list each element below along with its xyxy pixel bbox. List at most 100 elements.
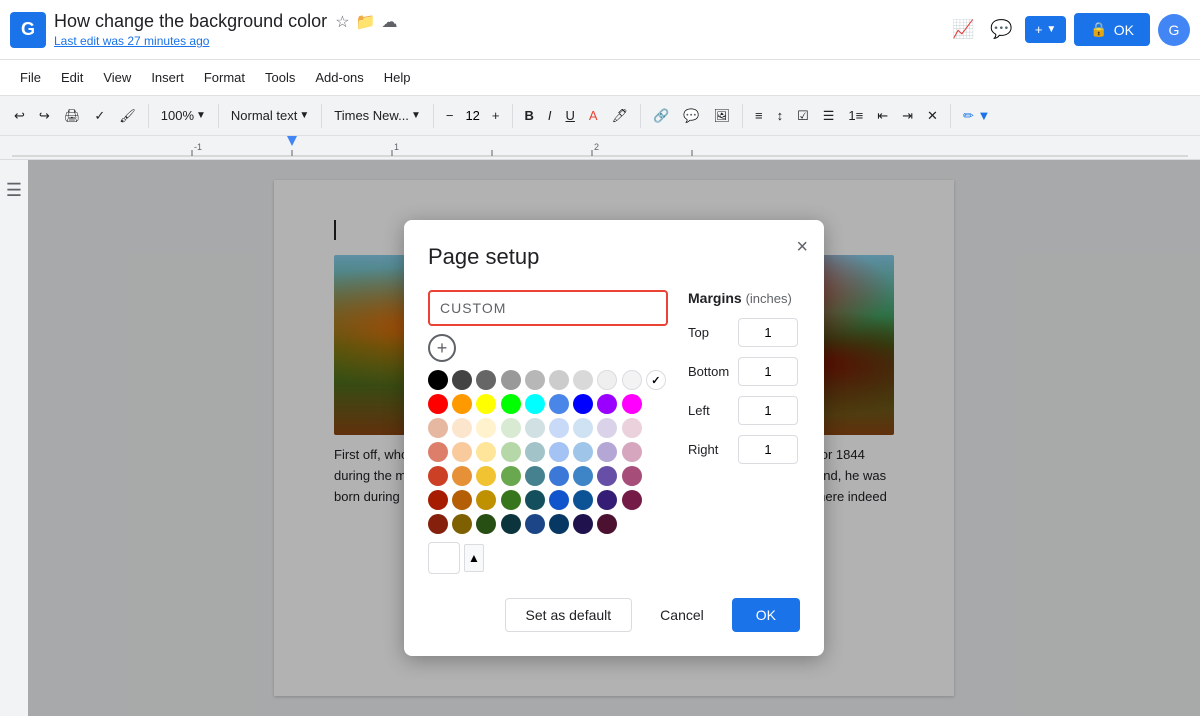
color-swatch[interactable] bbox=[549, 490, 569, 510]
color-swatch[interactable] bbox=[622, 394, 642, 414]
color-swatch[interactable] bbox=[428, 514, 448, 534]
cloud-icon[interactable]: ☁ bbox=[381, 12, 397, 32]
color-swatch[interactable] bbox=[573, 466, 593, 486]
color-swatch[interactable] bbox=[573, 442, 593, 462]
menu-tools[interactable]: Tools bbox=[257, 66, 303, 89]
dialog-close-button[interactable]: × bbox=[796, 236, 808, 259]
print-button[interactable]: 🖨 bbox=[58, 104, 87, 128]
color-swatch[interactable] bbox=[622, 442, 642, 462]
color-swatch[interactable] bbox=[549, 442, 569, 462]
checklist-button[interactable]: ☑ bbox=[791, 104, 815, 128]
color-swatch[interactable] bbox=[525, 370, 545, 390]
color-swatch[interactable] bbox=[476, 514, 496, 534]
color-swatch[interactable] bbox=[597, 394, 617, 414]
underline-button[interactable]: U bbox=[560, 104, 581, 127]
color-swatch[interactable] bbox=[452, 514, 472, 534]
color-swatch[interactable] bbox=[573, 514, 593, 534]
menu-help[interactable]: Help bbox=[376, 66, 419, 89]
font-size-increase[interactable]: + bbox=[486, 104, 506, 127]
avatar[interactable]: G bbox=[1158, 14, 1190, 46]
top-margin-input[interactable] bbox=[738, 318, 798, 347]
color-swatch[interactable] bbox=[428, 370, 448, 390]
menu-insert[interactable]: Insert bbox=[143, 66, 192, 89]
color-swatch[interactable] bbox=[476, 418, 496, 438]
highlight-button[interactable]: 🖊 bbox=[606, 104, 635, 128]
color-swatch[interactable] bbox=[501, 490, 521, 510]
menu-addons[interactable]: Add-ons bbox=[307, 66, 371, 89]
set-as-default-button[interactable]: Set as default bbox=[505, 598, 633, 632]
color-swatch[interactable] bbox=[573, 490, 593, 510]
text-color-button[interactable]: A bbox=[583, 104, 604, 127]
redo-button[interactable]: ↪ bbox=[33, 104, 56, 128]
color-swatch[interactable] bbox=[525, 418, 545, 438]
color-swatch[interactable] bbox=[452, 370, 472, 390]
color-swatch[interactable] bbox=[597, 466, 617, 486]
color-swatch[interactable] bbox=[549, 514, 569, 534]
color-swatch[interactable] bbox=[476, 370, 496, 390]
color-swatch[interactable] bbox=[452, 442, 472, 462]
color-swatch[interactable] bbox=[597, 442, 617, 462]
color-swatch[interactable] bbox=[428, 490, 448, 510]
clear-format-button[interactable]: ✕ bbox=[921, 104, 944, 128]
color-swatch[interactable] bbox=[428, 418, 448, 438]
color-swatch[interactable] bbox=[476, 490, 496, 510]
add-button[interactable]: + ▼ bbox=[1025, 16, 1067, 43]
bottom-margin-input[interactable] bbox=[738, 357, 798, 386]
menu-format[interactable]: Format bbox=[196, 66, 253, 89]
color-stepper-up[interactable]: ▲ bbox=[464, 544, 484, 572]
link-button[interactable]: 🔗 bbox=[647, 104, 675, 128]
color-swatch[interactable] bbox=[573, 370, 593, 390]
color-swatch[interactable] bbox=[476, 394, 496, 414]
color-swatch[interactable] bbox=[501, 514, 521, 534]
color-swatch[interactable] bbox=[476, 442, 496, 462]
editing-button[interactable]: ✏ ▼ bbox=[957, 104, 996, 128]
comment-button[interactable]: 💬 bbox=[677, 104, 705, 128]
font-size-decrease[interactable]: − bbox=[440, 104, 460, 127]
last-edit-link[interactable]: Last edit was 27 minutes ago bbox=[54, 34, 940, 48]
comment-icon[interactable]: 💬 bbox=[986, 15, 1016, 44]
image-button[interactable]: 🖼 bbox=[707, 104, 736, 128]
trending-icon[interactable]: 📈 bbox=[948, 15, 978, 44]
spell-check-button[interactable]: ✓ bbox=[88, 104, 111, 128]
zoom-dropdown[interactable]: 100% ▼ bbox=[155, 105, 212, 126]
left-margin-input[interactable] bbox=[738, 396, 798, 425]
color-swatch[interactable] bbox=[452, 490, 472, 510]
color-swatch[interactable] bbox=[452, 466, 472, 486]
menu-edit[interactable]: Edit bbox=[53, 66, 91, 89]
color-swatch[interactable] bbox=[452, 418, 472, 438]
cancel-button[interactable]: Cancel bbox=[640, 598, 724, 632]
line-spacing-button[interactable]: ↕ bbox=[771, 104, 790, 127]
italic-button[interactable]: I bbox=[542, 104, 558, 127]
indent-decrease-button[interactable]: ⇤ bbox=[871, 104, 894, 128]
color-swatch[interactable] bbox=[597, 490, 617, 510]
ok-button[interactable]: OK bbox=[732, 598, 800, 632]
color-swatch[interactable] bbox=[501, 370, 521, 390]
color-custom-input[interactable] bbox=[428, 290, 668, 326]
color-swatch[interactable]: ✓ bbox=[646, 370, 666, 390]
color-swatch[interactable] bbox=[573, 418, 593, 438]
folder-icon[interactable]: 📁 bbox=[356, 12, 376, 32]
undo-button[interactable]: ↩ bbox=[8, 104, 31, 128]
color-swatch[interactable] bbox=[549, 466, 569, 486]
menu-view[interactable]: View bbox=[95, 66, 139, 89]
numbered-list-button[interactable]: 1≡ bbox=[842, 104, 869, 127]
color-swatch[interactable] bbox=[452, 394, 472, 414]
color-swatch[interactable] bbox=[622, 418, 642, 438]
color-swatch[interactable] bbox=[622, 370, 642, 390]
color-swatch[interactable] bbox=[525, 466, 545, 486]
color-swatch[interactable] bbox=[501, 418, 521, 438]
menu-file[interactable]: File bbox=[12, 66, 49, 89]
font-dropdown[interactable]: Times New... ▼ bbox=[328, 105, 427, 126]
color-swatch[interactable] bbox=[525, 490, 545, 510]
color-swatch[interactable] bbox=[597, 514, 617, 534]
color-swatch[interactable] bbox=[501, 466, 521, 486]
right-margin-input[interactable] bbox=[738, 435, 798, 464]
color-swatch[interactable] bbox=[549, 418, 569, 438]
outline-icon[interactable]: ☰ bbox=[6, 180, 22, 201]
add-color-button[interactable]: + bbox=[428, 334, 456, 362]
color-swatch[interactable] bbox=[525, 394, 545, 414]
bullet-list-button[interactable]: ☰ bbox=[817, 104, 841, 128]
color-swatch[interactable] bbox=[622, 466, 642, 486]
color-swatch[interactable] bbox=[597, 418, 617, 438]
share-button[interactable]: 🔒 OK bbox=[1074, 13, 1150, 46]
